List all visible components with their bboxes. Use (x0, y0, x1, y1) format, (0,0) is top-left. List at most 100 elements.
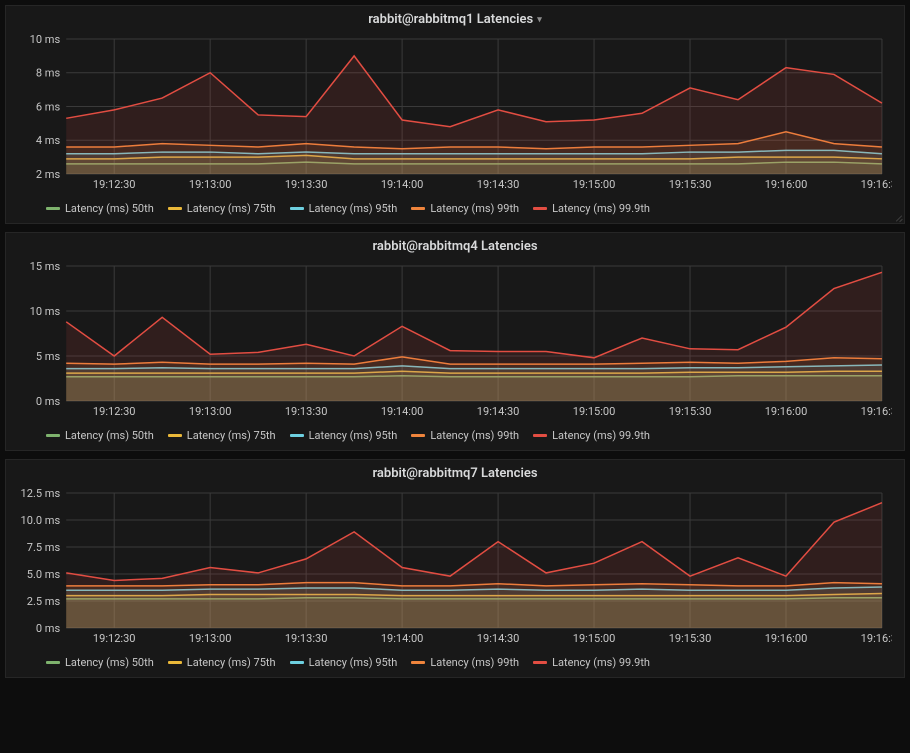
legend-label: Latency (ms) 50th (65, 202, 154, 215)
chart-panel: rabbit@rabbitmq1 Latencies▾2 ms4 ms6 ms8… (5, 5, 905, 224)
chart-plot-area[interactable]: 2 ms4 ms6 ms8 ms10 ms19:12:3019:13:0019:… (18, 31, 892, 196)
svg-text:19:16:00: 19:16:00 (765, 178, 808, 191)
legend-label: Latency (ms) 99.9th (552, 656, 650, 669)
svg-text:19:13:30: 19:13:30 (285, 632, 328, 645)
legend-label: Latency (ms) 75th (187, 202, 276, 215)
chevron-down-icon[interactable]: ▾ (537, 15, 542, 25)
legend-item-p75[interactable]: Latency (ms) 75th (168, 656, 276, 669)
svg-text:19:16:30: 19:16:30 (861, 632, 892, 645)
legend-label: Latency (ms) 75th (187, 429, 276, 442)
legend-swatch (290, 207, 304, 210)
legend-item-p75[interactable]: Latency (ms) 75th (168, 202, 276, 215)
svg-text:19:13:00: 19:13:00 (189, 632, 232, 645)
svg-text:15 ms: 15 ms (30, 260, 61, 273)
panel-title-text: rabbit@rabbitmq4 Latencies (372, 239, 537, 254)
svg-text:0 ms: 0 ms (36, 395, 61, 408)
legend-item-p999[interactable]: Latency (ms) 99.9th (533, 202, 650, 215)
legend-swatch (533, 661, 547, 664)
svg-text:19:14:00: 19:14:00 (381, 178, 424, 191)
chart-legend: Latency (ms) 50th Latency (ms) 75th Latenc… (6, 650, 904, 677)
svg-text:5 ms: 5 ms (36, 350, 61, 363)
legend-label: Latency (ms) 99th (430, 429, 519, 442)
svg-text:19:14:30: 19:14:30 (477, 632, 520, 645)
legend-swatch (46, 434, 60, 437)
svg-text:19:15:30: 19:15:30 (669, 405, 712, 418)
legend-item-p50[interactable]: Latency (ms) 50th (46, 429, 154, 442)
legend-swatch (533, 434, 547, 437)
legend-swatch (168, 207, 182, 210)
panel-title[interactable]: rabbit@rabbitmq4 Latencies (6, 233, 904, 258)
svg-text:19:15:00: 19:15:00 (573, 632, 616, 645)
svg-text:19:14:30: 19:14:30 (477, 405, 520, 418)
legend-label: Latency (ms) 95th (309, 202, 398, 215)
svg-text:4 ms: 4 ms (36, 134, 61, 147)
legend-label: Latency (ms) 50th (65, 429, 154, 442)
legend-swatch (290, 434, 304, 437)
svg-text:0 ms: 0 ms (36, 622, 61, 635)
legend-swatch (290, 661, 304, 664)
legend-item-p999[interactable]: Latency (ms) 99.9th (533, 656, 650, 669)
svg-text:10 ms: 10 ms (30, 305, 61, 318)
svg-text:10.0 ms: 10.0 ms (21, 514, 61, 527)
svg-text:7.5 ms: 7.5 ms (27, 541, 61, 554)
legend-swatch (168, 661, 182, 664)
svg-text:19:16:30: 19:16:30 (861, 178, 892, 191)
chart-legend: Latency (ms) 50th Latency (ms) 75th Latenc… (6, 196, 904, 223)
svg-text:19:12:30: 19:12:30 (93, 178, 136, 191)
legend-item-p50[interactable]: Latency (ms) 50th (46, 202, 154, 215)
svg-text:2.5 ms: 2.5 ms (27, 595, 61, 608)
legend-item-p75[interactable]: Latency (ms) 75th (168, 429, 276, 442)
legend-swatch (411, 434, 425, 437)
legend-swatch (46, 207, 60, 210)
legend-label: Latency (ms) 99th (430, 656, 519, 669)
svg-text:19:13:30: 19:13:30 (285, 178, 328, 191)
legend-label: Latency (ms) 99th (430, 202, 519, 215)
panel-title-text: rabbit@rabbitmq7 Latencies (372, 466, 537, 481)
legend-swatch (46, 661, 60, 664)
dashboard-root: rabbit@rabbitmq1 Latencies▾2 ms4 ms6 ms8… (5, 5, 905, 678)
chart-legend: Latency (ms) 50th Latency (ms) 75th Latenc… (6, 423, 904, 450)
svg-text:19:16:00: 19:16:00 (765, 405, 808, 418)
legend-item-p95[interactable]: Latency (ms) 95th (290, 429, 398, 442)
legend-item-p99[interactable]: Latency (ms) 99th (411, 202, 519, 215)
legend-item-p999[interactable]: Latency (ms) 99.9th (533, 429, 650, 442)
svg-text:19:15:00: 19:15:00 (573, 405, 616, 418)
chart-panel: rabbit@rabbitmq4 Latencies 0 ms 5 ms 10 ms 1… (5, 232, 905, 451)
svg-text:19:15:00: 19:15:00 (573, 178, 616, 191)
panel-title[interactable]: rabbit@rabbitmq1 Latencies ▾ (6, 6, 904, 31)
svg-text:19:16:30: 19:16:30 (861, 405, 892, 418)
svg-text:12.5 ms: 12.5 ms (21, 487, 61, 500)
svg-text:19:13:30: 19:13:30 (285, 405, 328, 418)
svg-text:8 ms: 8 ms (36, 67, 61, 80)
legend-label: Latency (ms) 95th (309, 656, 398, 669)
panel-title[interactable]: rabbit@rabbitmq7 Latencies (6, 460, 904, 485)
legend-item-p50[interactable]: Latency (ms) 50th (46, 656, 154, 669)
svg-text:19:14:30: 19:14:30 (477, 178, 520, 191)
chart-plot-area[interactable]: 0 ms 5 ms 10 ms 15 ms 19:12:30 19:13:00 19:13:… (18, 258, 892, 423)
svg-text:19:15:30: 19:15:30 (669, 178, 712, 191)
legend-item-p99[interactable]: Latency (ms) 99th (411, 656, 519, 669)
svg-text:19:13:00: 19:13:00 (189, 405, 232, 418)
legend-label: Latency (ms) 50th (65, 656, 154, 669)
svg-text:19:14:00: 19:14:00 (381, 405, 424, 418)
legend-label: Latency (ms) 99.9th (552, 202, 650, 215)
svg-text:5.0 ms: 5.0 ms (27, 568, 61, 581)
legend-label: Latency (ms) 95th (309, 429, 398, 442)
legend-swatch (533, 207, 547, 210)
svg-text:19:15:30: 19:15:30 (669, 632, 712, 645)
svg-text:19:12:30: 19:12:30 (93, 632, 136, 645)
legend-item-p95[interactable]: Latency (ms) 95th (290, 656, 398, 669)
svg-text:10 ms: 10 ms (30, 33, 61, 46)
legend-swatch (411, 207, 425, 210)
chart-plot-area[interactable]: 0 ms 2.5 ms 5.0 ms 7.5 ms 10.0 ms 12.5 ms 19:1… (18, 485, 892, 650)
panel-title-text: rabbit@rabbitmq1 Latencies (368, 12, 533, 27)
svg-text:19:16:00: 19:16:00 (765, 632, 808, 645)
chart-panel: rabbit@rabbitmq7 Latencies 0 ms 2.5 ms 5.0 … (5, 459, 905, 678)
svg-text:19:14:00: 19:14:00 (381, 632, 424, 645)
legend-swatch (411, 661, 425, 664)
legend-item-p95[interactable]: Latency (ms) 95th (290, 202, 398, 215)
svg-text:19:12:30: 19:12:30 (93, 405, 136, 418)
legend-item-p99[interactable]: Latency (ms) 99th (411, 429, 519, 442)
resize-handle-icon[interactable] (893, 212, 903, 222)
legend-label: Latency (ms) 75th (187, 656, 276, 669)
